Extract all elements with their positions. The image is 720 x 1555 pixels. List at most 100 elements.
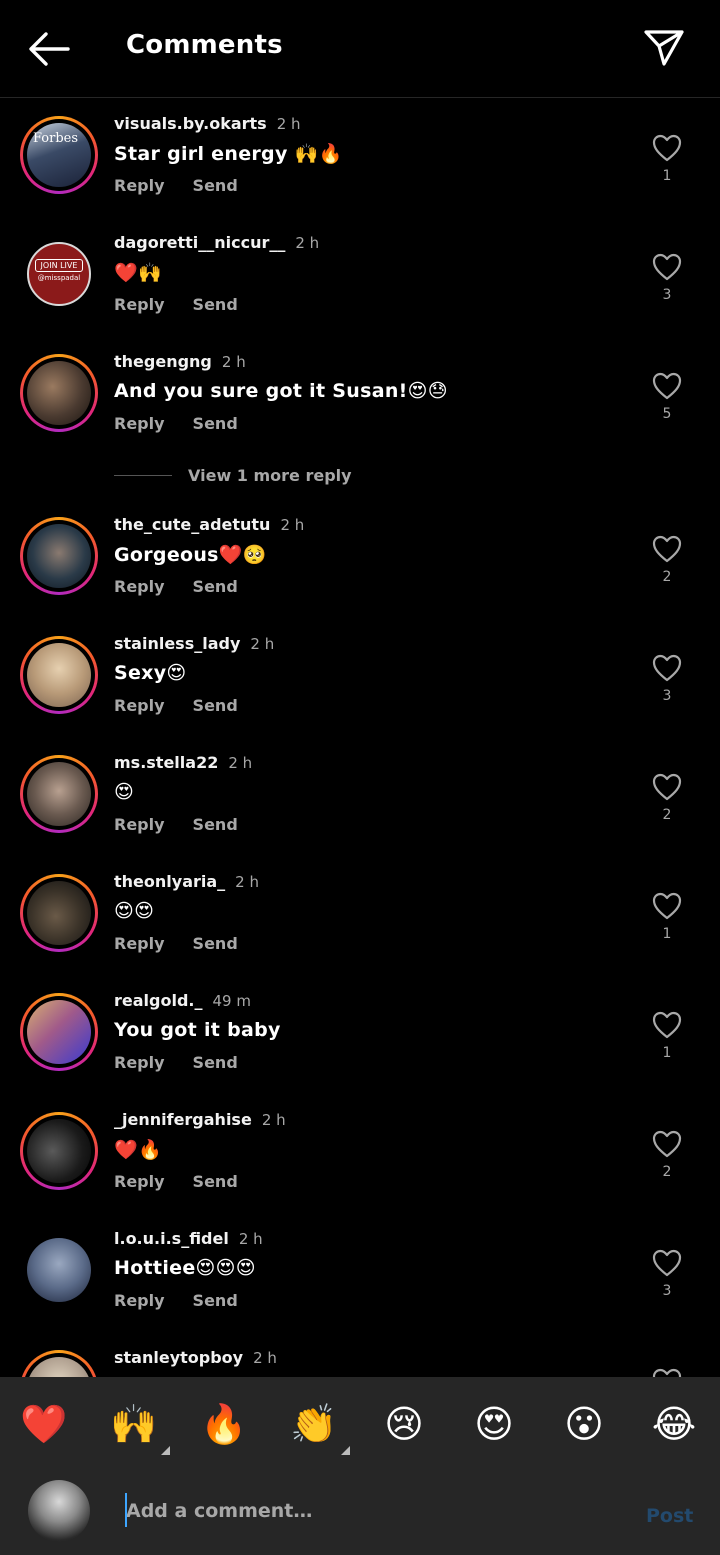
send-button[interactable]: Send [193, 1291, 238, 1310]
like-count: 2 [662, 1164, 672, 1180]
like-count: 3 [662, 1283, 672, 1299]
heart-icon[interactable] [652, 1249, 682, 1277]
comment-text: You got it baby [114, 1019, 281, 1041]
comment-username[interactable]: thegengng 2 h [114, 352, 246, 371]
share-send-icon[interactable] [642, 26, 686, 70]
comment-time: 2 h [250, 635, 275, 653]
send-button[interactable]: Send [193, 934, 238, 953]
send-button[interactable]: Send [193, 577, 238, 596]
avatar[interactable] [20, 874, 98, 952]
comment-actions: Reply Send [114, 414, 238, 433]
emoji-raised-hands-button[interactable]: 🙌 [104, 1399, 170, 1455]
comment-row: stainless_lady 2 h Sexy😍 Reply Send 3 [0, 618, 720, 737]
reply-button[interactable]: Reply [114, 1053, 165, 1072]
comment-username[interactable]: stainless_lady 2 h [114, 634, 274, 653]
emoji-heart-eyes-button[interactable]: 😍 [464, 1399, 524, 1449]
current-user-avatar[interactable] [28, 1480, 90, 1542]
reply-button[interactable]: Reply [114, 414, 165, 433]
skin-tone-indicator-icon [341, 1446, 350, 1455]
avatar[interactable] [20, 354, 98, 432]
avatar[interactable] [20, 1112, 98, 1190]
comment-row: thegengng 2 h And you sure got it Susan!😍… [0, 336, 720, 485]
avatar[interactable] [20, 636, 98, 714]
avatar[interactable] [20, 1231, 98, 1309]
reply-button[interactable]: Reply [114, 1291, 165, 1310]
comment-actions: Reply Send [114, 1172, 238, 1191]
send-button[interactable]: Send [193, 696, 238, 715]
emoji-heart-button[interactable]: ❤️ [14, 1399, 74, 1449]
heart-icon[interactable] [652, 654, 682, 682]
reply-button[interactable]: Reply [114, 1172, 165, 1191]
avatar[interactable] [20, 517, 98, 595]
comment-row: realgold._ 49 m You got it baby Reply Send… [0, 975, 720, 1094]
comment-actions: Reply Send [114, 696, 238, 715]
comment-username[interactable]: _jennifergahise 2 h [114, 1110, 286, 1129]
comment-username[interactable]: visuals.by.okarts 2 h [114, 114, 301, 133]
comment-username[interactable]: l.o.u.i.s_fidel 2 h [114, 1229, 263, 1248]
comment-text: 😍😍 [114, 900, 155, 922]
comment-actions: Reply Send [114, 815, 238, 834]
comment-text: Sexy😍 [114, 662, 187, 684]
comment-username[interactable]: the_cute_adetutu 2 h [114, 515, 304, 534]
send-button[interactable]: Send [193, 1053, 238, 1072]
avatar[interactable] [20, 993, 98, 1071]
heart-icon[interactable] [652, 1130, 682, 1158]
reply-button[interactable]: Reply [114, 176, 165, 195]
post-button[interactable]: Post [646, 1505, 693, 1527]
heart-icon[interactable] [652, 1368, 682, 1377]
comment-text: And you sure got it Susan!😍😓 [114, 380, 448, 402]
reply-button[interactable]: Reply [114, 815, 165, 834]
reply-button[interactable]: Reply [114, 577, 165, 596]
comment-row: Forbes visuals.by.okarts 2 h Star girl en… [0, 98, 720, 217]
reply-button[interactable]: Reply [114, 696, 165, 715]
send-button[interactable]: Send [193, 815, 238, 834]
heart-icon[interactable] [652, 1011, 682, 1039]
comment-text: ❤️🙌 [114, 262, 162, 284]
like-count: 3 [662, 688, 672, 704]
comment-username[interactable]: theonlyaria_ 2 h [114, 872, 259, 891]
comment-row: _jennifergahise 2 h ❤️🔥 Reply Send 2 [0, 1094, 720, 1213]
avatar[interactable] [20, 1350, 98, 1377]
emoji-laughing-button[interactable]: 😂 [644, 1399, 704, 1449]
comment-username[interactable]: dagoretti__niccur__ 2 h [114, 233, 319, 252]
emoji-crying-button[interactable]: 😢 [374, 1399, 434, 1449]
comment-username[interactable]: stanleytopboy 2 h [114, 1348, 277, 1367]
heart-icon[interactable] [652, 773, 682, 801]
comment-username[interactable]: ms.stella22 2 h [114, 753, 252, 772]
send-button[interactable]: Send [193, 414, 238, 433]
divider-line [114, 475, 172, 476]
like-count: 1 [662, 168, 672, 184]
comments-list[interactable]: Forbes visuals.by.okarts 2 h Star girl en… [0, 98, 720, 1377]
comment-time: 2 h [276, 115, 301, 133]
emoji-surprised-button[interactable]: 😮 [554, 1399, 614, 1449]
comment-input[interactable] [126, 1493, 606, 1529]
heart-icon[interactable] [652, 134, 682, 162]
heart-icon[interactable] [652, 372, 682, 400]
skin-tone-indicator-icon [161, 1446, 170, 1455]
heart-icon[interactable] [652, 253, 682, 281]
comment-row: l.o.u.i.s_fidel 2 h Hottiee😍😍😍 Reply Send … [0, 1213, 720, 1332]
comment-text: 😍 [114, 781, 135, 803]
back-arrow-icon[interactable] [26, 28, 72, 70]
comment-time: 2 h [295, 234, 320, 252]
heart-icon[interactable] [652, 892, 682, 920]
avatar[interactable] [20, 755, 98, 833]
comment-time: 2 h [280, 516, 305, 534]
view-more-replies-button[interactable]: View 1 more reply [114, 456, 514, 496]
emoji-fire-button[interactable]: 🔥 [194, 1399, 254, 1449]
comment-row: theonlyaria_ 2 h 😍😍 Reply Send 1 [0, 856, 720, 975]
emoji-clap-button[interactable]: 👏 [284, 1399, 350, 1455]
send-button[interactable]: Send [193, 1172, 238, 1191]
comment-username[interactable]: realgold._ 49 m [114, 991, 251, 1010]
avatar-handle-text: @misspadal [37, 274, 81, 282]
reply-button[interactable]: Reply [114, 295, 165, 314]
comment-actions: Reply Send [114, 1053, 238, 1072]
comment-actions: Reply Send [114, 934, 238, 953]
avatar[interactable]: JOIN LIVE @misspadal [20, 235, 98, 313]
avatar[interactable]: Forbes [20, 116, 98, 194]
send-button[interactable]: Send [193, 176, 238, 195]
heart-icon[interactable] [652, 535, 682, 563]
reply-button[interactable]: Reply [114, 934, 165, 953]
send-button[interactable]: Send [193, 295, 238, 314]
comment-text: Hottiee😍😍😍 [114, 1257, 256, 1279]
